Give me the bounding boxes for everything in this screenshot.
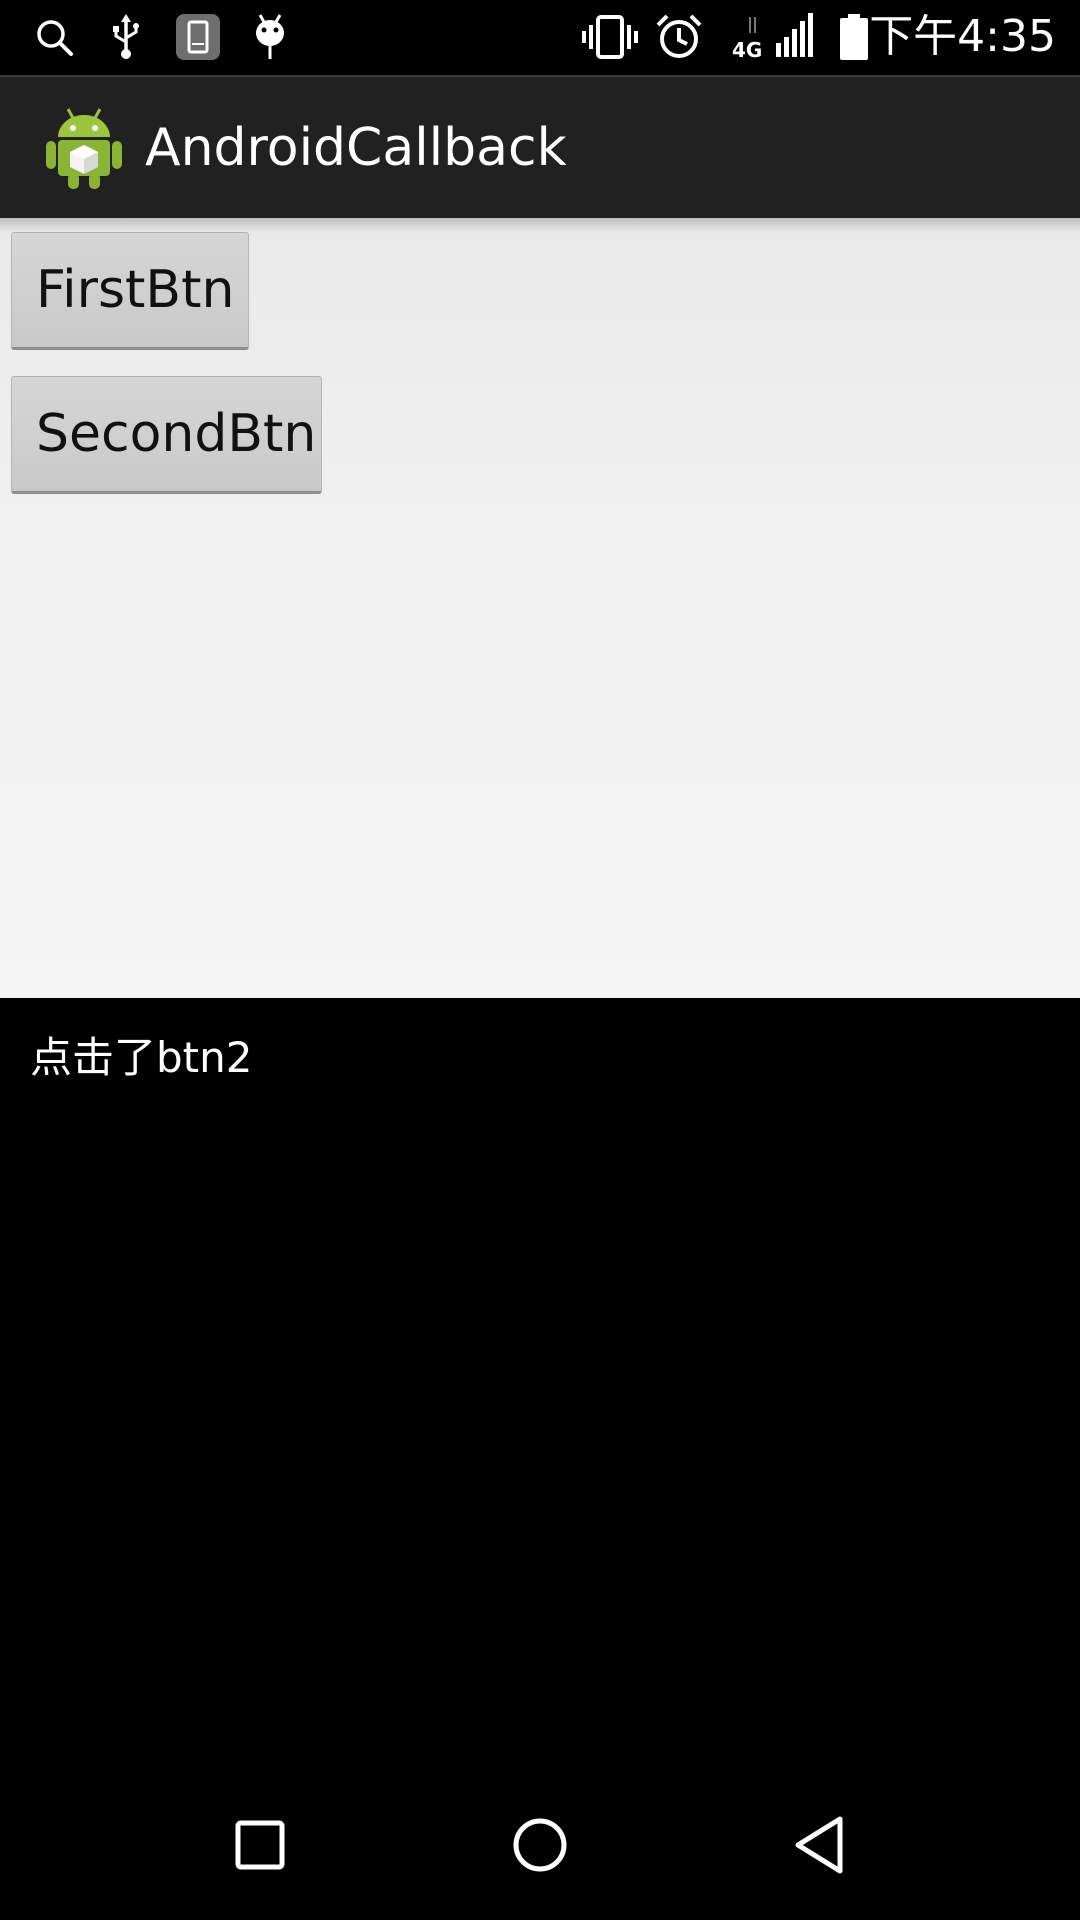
first-button[interactable]: FirstBtn <box>11 232 249 350</box>
battery-icon <box>838 10 870 64</box>
action-bar-shadow <box>0 218 1080 232</box>
network-type-label: 4G <box>732 38 762 61</box>
log-message: 点击了btn2 <box>30 1033 253 1082</box>
search-icon <box>32 10 76 64</box>
back-icon[interactable] <box>750 1770 890 1920</box>
home-icon[interactable] <box>470 1770 610 1920</box>
action-bar: AndroidCallback <box>0 75 1080 218</box>
android-debug-icon <box>250 10 290 64</box>
status-time: 下午4:35 <box>869 11 1056 62</box>
app-title: AndroidCallback <box>145 118 567 178</box>
content-area: FirstBtn SecondBtn <box>0 218 1080 998</box>
screen: 4G 下午4:35 AndroidCallback FirstBtn Secon… <box>0 0 1080 1920</box>
recents-icon[interactable] <box>190 1770 330 1920</box>
vibrate-icon <box>582 10 638 64</box>
android-app-icon <box>44 103 124 191</box>
alarm-icon <box>654 10 704 64</box>
usb-icon <box>108 10 144 64</box>
navigation-bar <box>0 1770 1080 1920</box>
second-button[interactable]: SecondBtn <box>11 376 322 494</box>
signal-icon: 4G <box>730 10 814 64</box>
phone-icon <box>174 10 222 64</box>
status-bar: 4G 下午4:35 <box>0 0 1080 75</box>
